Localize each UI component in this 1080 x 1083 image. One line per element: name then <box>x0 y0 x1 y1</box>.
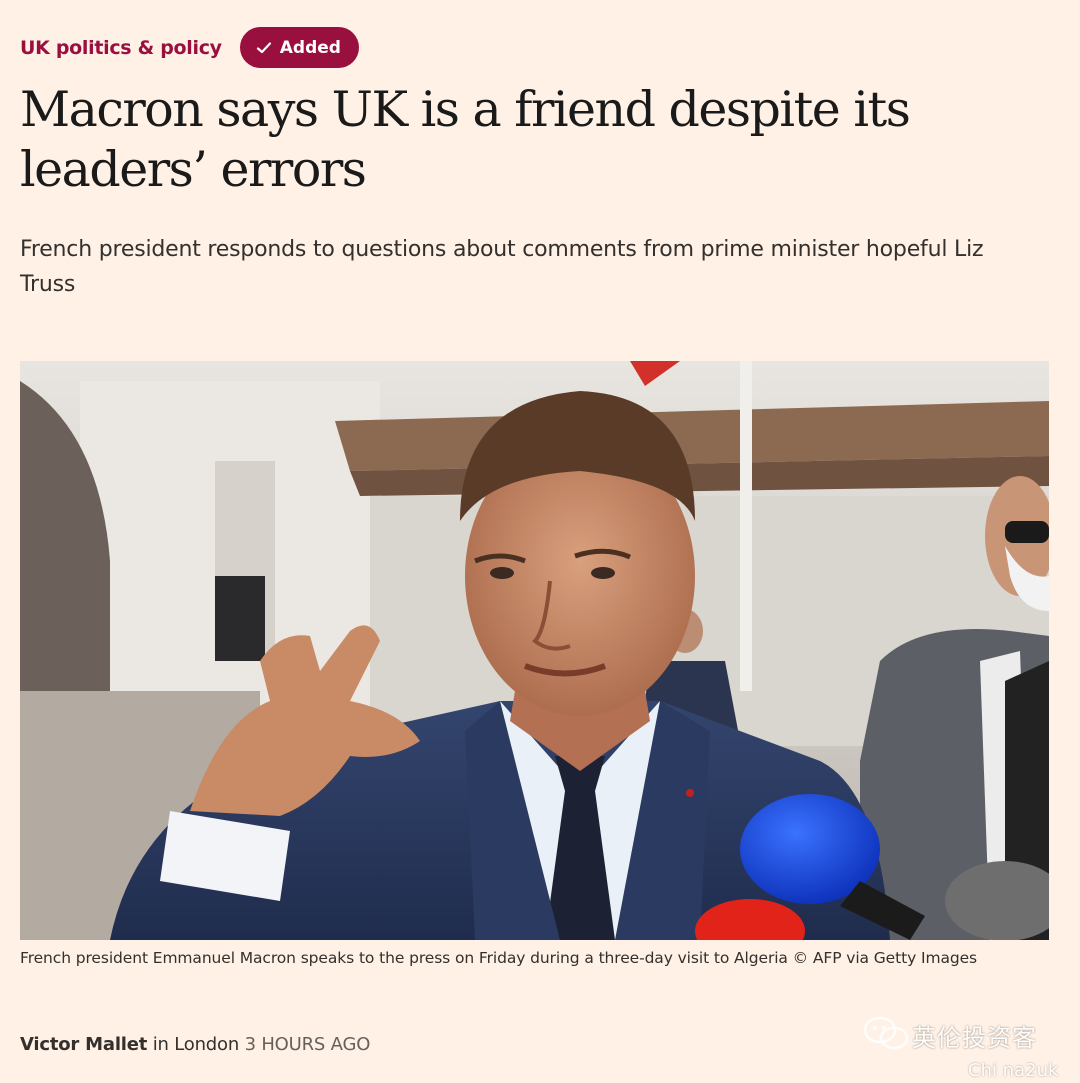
topic-link[interactable]: UK politics & policy <box>20 37 222 59</box>
check-icon <box>256 41 272 55</box>
byline-location: in London <box>152 1034 240 1055</box>
publish-time: 3 HOURS AGO <box>244 1034 371 1055</box>
chat-bubble-icon <box>862 1016 910 1057</box>
watermark-text: 英伦投资客 <box>912 1024 1037 1052</box>
byline: Victor Mallet in London 3 HOURS AGO <box>20 1032 370 1058</box>
topic-row: UK politics & policy Added <box>20 27 359 68</box>
watermark: 英伦投资客 Chi na2uk <box>860 1016 1080 1083</box>
headline: Macron says UK is a friend despite its l… <box>20 81 911 198</box>
article-photo <box>20 361 1049 940</box>
follow-button-label: Added <box>279 37 341 58</box>
author-link[interactable]: Victor Mallet <box>20 1034 147 1055</box>
image-caption: French president Emmanuel Macron speaks … <box>20 949 977 967</box>
watermark-subtext: Chi na2uk <box>968 1060 1059 1081</box>
standfirst: French president responds to questions a… <box>20 237 984 297</box>
follow-added-button[interactable]: Added <box>239 27 359 68</box>
